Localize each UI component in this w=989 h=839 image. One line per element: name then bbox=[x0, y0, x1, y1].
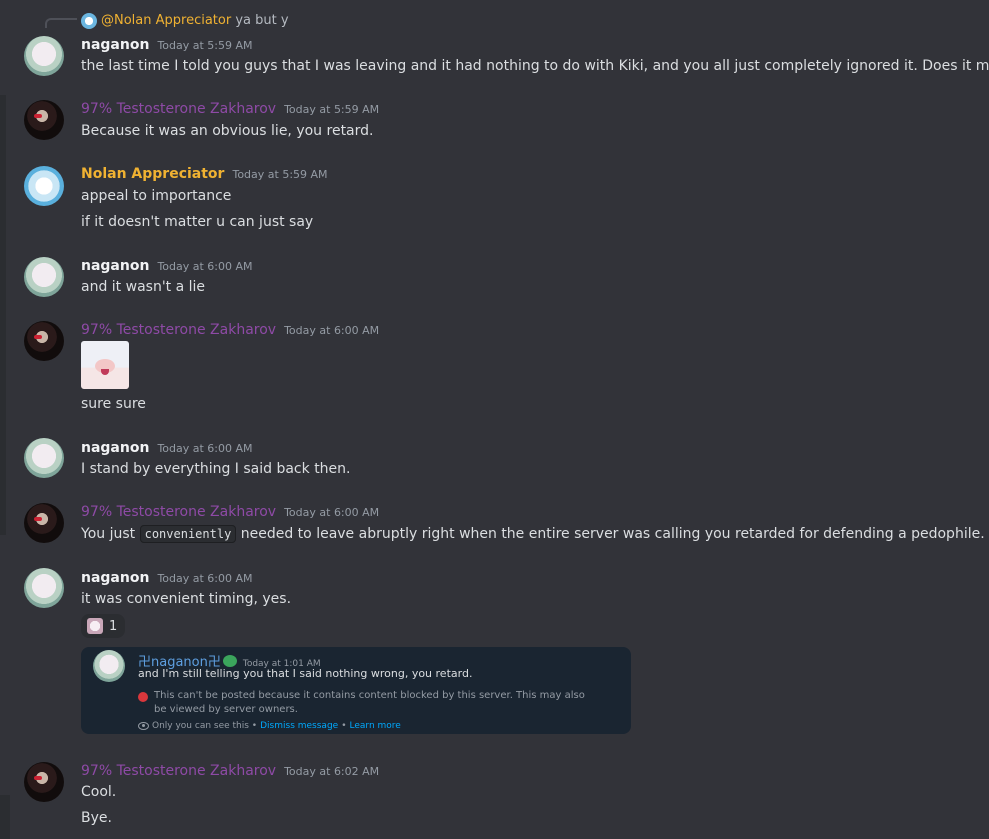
dismiss-message-link[interactable]: Dismiss message bbox=[260, 721, 338, 731]
reply-body: ya but y bbox=[235, 13, 289, 28]
username[interactable]: 97% Testosterone Zakharov bbox=[81, 763, 276, 779]
message-text: Because it was an obvious lie, you retar… bbox=[81, 123, 374, 139]
blocked-icon bbox=[138, 692, 148, 702]
username[interactable]: naganon bbox=[81, 37, 149, 53]
reply-text[interactable]: @Nolan Appreciator ya but y bbox=[101, 13, 289, 28]
avatar[interactable] bbox=[24, 568, 64, 608]
username[interactable]: Nolan Appreciator bbox=[81, 166, 224, 182]
only-you-text: Only you can see this • bbox=[152, 721, 258, 731]
message-text: I stand by everything I said back then. bbox=[81, 461, 351, 477]
username[interactable]: 97% Testosterone Zakharov bbox=[81, 322, 276, 338]
timestamp: Today at 5:59 AM bbox=[232, 168, 328, 181]
message-text: Cool. bbox=[81, 784, 117, 800]
avatar[interactable] bbox=[24, 503, 64, 543]
reply-avatar bbox=[81, 13, 97, 29]
avatar[interactable] bbox=[93, 650, 125, 682]
timestamp: Today at 6:02 AM bbox=[284, 765, 380, 778]
message-text: if it doesn't matter u can just say bbox=[81, 214, 314, 230]
avatar[interactable] bbox=[24, 321, 64, 361]
timestamp: Today at 6:00 AM bbox=[157, 442, 253, 455]
message-text-before: You just bbox=[81, 526, 136, 542]
separator: • bbox=[341, 721, 347, 731]
message-text: Bye. bbox=[81, 810, 112, 826]
message-text: and it wasn't a lie bbox=[81, 279, 206, 295]
learn-more-link[interactable]: Learn more bbox=[350, 721, 401, 731]
timestamp: Today at 6:00 AM bbox=[284, 324, 380, 337]
username[interactable]: naganon bbox=[81, 570, 149, 586]
avatar[interactable] bbox=[24, 762, 64, 802]
username[interactable]: 97% Testosterone Zakharov bbox=[81, 504, 276, 520]
avatar[interactable] bbox=[24, 438, 64, 478]
message-text: sure sure bbox=[81, 396, 146, 412]
reply-author[interactable]: @Nolan Appreciator bbox=[101, 13, 231, 28]
message-text-after: needed to leave abruptly right when the … bbox=[240, 526, 985, 542]
scroll-edge-bottom bbox=[0, 795, 10, 839]
ephemeral-message: 卍naganon卍 Today at 1:01 AM and I'm still… bbox=[81, 647, 631, 734]
timestamp: Today at 6:00 AM bbox=[157, 572, 253, 585]
reaction-button[interactable]: 1 bbox=[81, 614, 125, 638]
inline-code: conveniently bbox=[139, 525, 237, 543]
username[interactable]: 97% Testosterone Zakharov bbox=[81, 101, 276, 117]
badge-icon bbox=[222, 655, 237, 667]
eye-icon bbox=[138, 722, 149, 730]
message-text: and I'm still telling you that I said no… bbox=[138, 667, 473, 680]
message-text: You just conveniently needed to leave ab… bbox=[81, 525, 985, 543]
username[interactable]: naganon bbox=[81, 258, 149, 274]
message-text: the last time I told you guys that I was… bbox=[81, 58, 989, 74]
username[interactable]: naganon bbox=[81, 440, 149, 456]
timestamp: Today at 6:00 AM bbox=[157, 260, 253, 273]
timestamp: Today at 5:59 AM bbox=[157, 39, 253, 52]
emote-image[interactable] bbox=[81, 341, 129, 389]
avatar[interactable] bbox=[24, 36, 64, 76]
timestamp: Today at 5:59 AM bbox=[284, 103, 380, 116]
avatar[interactable] bbox=[24, 257, 64, 297]
message-text: appeal to importance bbox=[81, 188, 232, 204]
reply-connector bbox=[45, 18, 77, 28]
message-text: it was convenient timing, yes. bbox=[81, 591, 292, 607]
scroll-edge bbox=[0, 95, 6, 535]
avatar[interactable] bbox=[24, 100, 64, 140]
ephemeral-footer: Only you can see this • Dismiss message … bbox=[138, 721, 401, 731]
timestamp: Today at 6:00 AM bbox=[284, 506, 380, 519]
blocked-notice: This can't be posted because it contains… bbox=[154, 690, 585, 715]
avatar[interactable] bbox=[24, 166, 64, 206]
reaction-emoji-icon bbox=[87, 618, 103, 634]
reaction-count: 1 bbox=[109, 618, 118, 634]
